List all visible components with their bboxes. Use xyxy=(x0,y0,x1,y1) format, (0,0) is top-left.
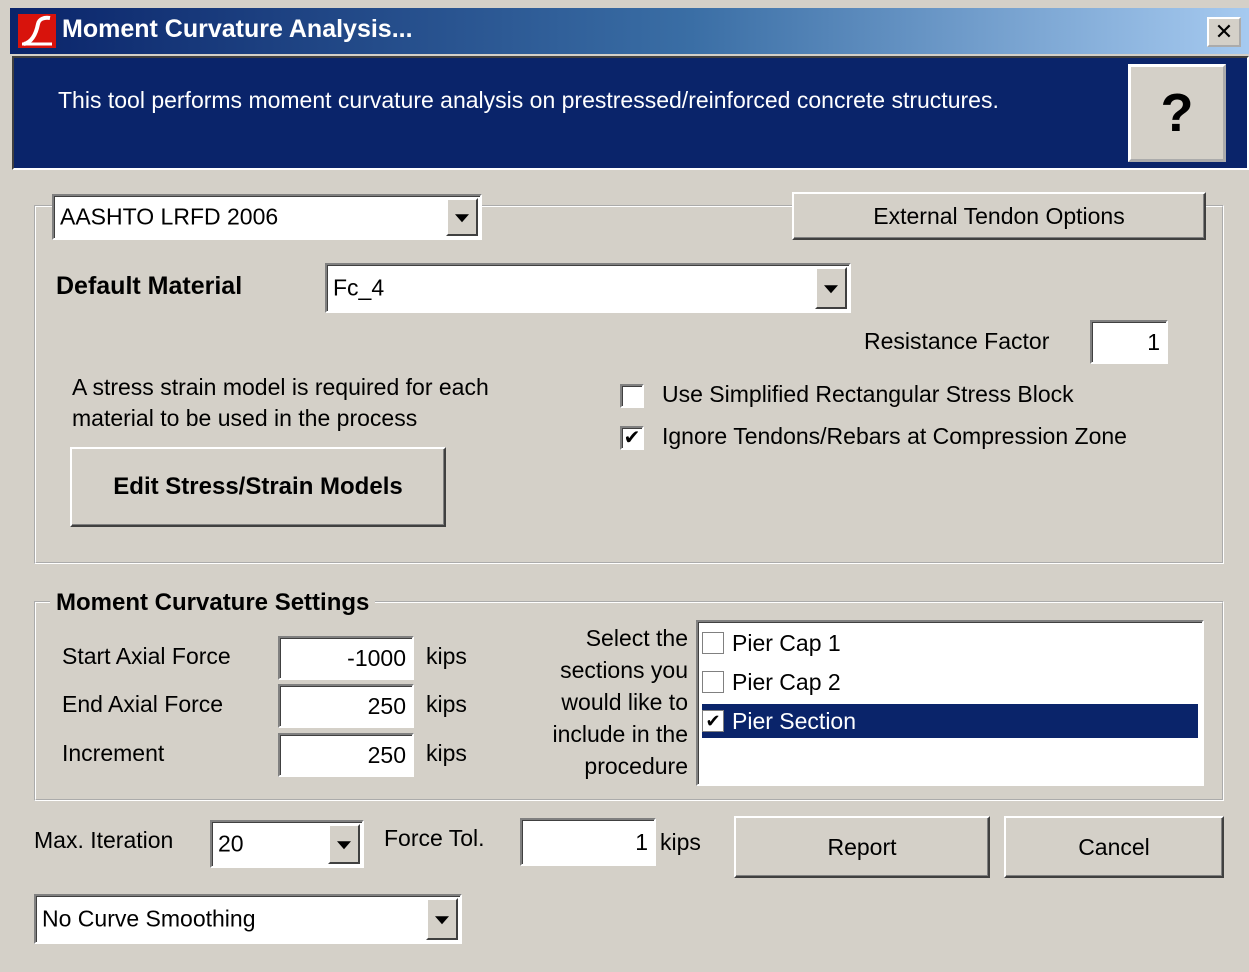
start-axial-input[interactable]: -1000 xyxy=(278,636,414,680)
simplified-block-checkbox[interactable] xyxy=(620,384,644,408)
external-tendon-options-button[interactable]: External Tendon Options xyxy=(792,192,1206,240)
list-item[interactable]: Pier Cap 2 xyxy=(702,665,1198,699)
start-axial-label: Start Axial Force xyxy=(62,643,231,669)
checkmark-icon: ✔ xyxy=(623,427,641,449)
curve-smoothing-select[interactable]: No Curve Smoothing xyxy=(34,894,462,944)
resistance-factor-label: Resistance Factor xyxy=(864,328,1050,354)
chevron-down-icon[interactable] xyxy=(446,198,478,236)
sections-prompt: Select the sections you would like to in… xyxy=(552,625,688,779)
section-label: Pier Cap 2 xyxy=(732,668,841,695)
help-button[interactable]: ? xyxy=(1128,64,1226,162)
increment-input[interactable]: 250 xyxy=(278,733,414,777)
edit-stress-strain-models-button[interactable]: Edit Stress/Strain Models xyxy=(70,447,446,527)
force-tol-unit: kips xyxy=(660,829,701,855)
start-axial-unit: kips xyxy=(426,643,467,669)
app-logo-icon xyxy=(18,14,56,48)
moment-settings-title: Moment Curvature Settings xyxy=(50,589,376,617)
max-iteration-value: 20 xyxy=(218,830,244,857)
banner-description: This tool performs moment curvature anal… xyxy=(58,87,999,113)
section-label: Pier Cap 1 xyxy=(732,629,841,656)
section-checkbox[interactable]: ✔ xyxy=(702,710,724,732)
cancel-label: Cancel xyxy=(1078,833,1150,860)
section-checkbox[interactable] xyxy=(702,671,724,693)
section-label: Pier Section xyxy=(732,707,857,734)
resistance-factor-input[interactable]: 1 xyxy=(1090,320,1168,364)
max-iteration-label: Max. Iteration xyxy=(34,827,174,853)
ignore-tendons-label[interactable]: Ignore Tendons/Rebars at Compression Zon… xyxy=(662,423,1127,450)
close-button[interactable]: ✕ xyxy=(1207,17,1241,47)
list-item[interactable]: ✔ Pier Section xyxy=(702,704,1198,738)
end-axial-label: End Axial Force xyxy=(62,691,224,717)
section-checkbox[interactable] xyxy=(702,632,724,654)
design-code-value: AASHTO LRFD 2006 xyxy=(60,203,279,230)
edit-stress-strain-models-label: Edit Stress/Strain Models xyxy=(113,473,403,500)
report-label: Report xyxy=(827,833,897,860)
max-iteration-select[interactable]: 20 xyxy=(210,820,364,868)
force-tol-label: Force Tol. xyxy=(384,825,485,851)
cancel-button[interactable]: Cancel xyxy=(1004,816,1224,878)
design-code-select[interactable]: AASHTO LRFD 2006 xyxy=(52,194,482,240)
close-icon: ✕ xyxy=(1214,19,1234,44)
default-material-label: Default Material xyxy=(56,272,243,300)
chevron-down-icon[interactable] xyxy=(328,824,360,864)
chevron-down-icon[interactable] xyxy=(815,267,847,309)
report-button[interactable]: Report xyxy=(734,816,990,878)
external-tendon-options-label: External Tendon Options xyxy=(873,202,1125,229)
simplified-block-label[interactable]: Use Simplified Rectangular Stress Block xyxy=(662,381,1074,408)
increment-label: Increment xyxy=(62,740,165,766)
list-item[interactable]: Pier Cap 1 xyxy=(702,626,1198,660)
curve-smoothing-value: No Curve Smoothing xyxy=(42,905,256,932)
help-icon: ? xyxy=(1160,83,1194,143)
window-title: Moment Curvature Analysis... xyxy=(62,15,413,43)
default-material-select[interactable]: Fc_4 xyxy=(325,263,851,313)
force-tol-input[interactable]: 1 xyxy=(520,818,656,866)
sections-list[interactable]: Pier Cap 1 Pier Cap 2 ✔ Pier Section xyxy=(696,620,1204,786)
ignore-tendons-checkbox[interactable]: ✔ xyxy=(620,426,644,450)
increment-unit: kips xyxy=(426,740,467,766)
stress-strain-note: A stress strain model is required for ea… xyxy=(72,374,489,431)
end-axial-unit: kips xyxy=(426,691,467,717)
default-material-value: Fc_4 xyxy=(333,274,385,301)
end-axial-input[interactable]: 250 xyxy=(278,684,414,728)
chevron-down-icon[interactable] xyxy=(426,898,458,940)
